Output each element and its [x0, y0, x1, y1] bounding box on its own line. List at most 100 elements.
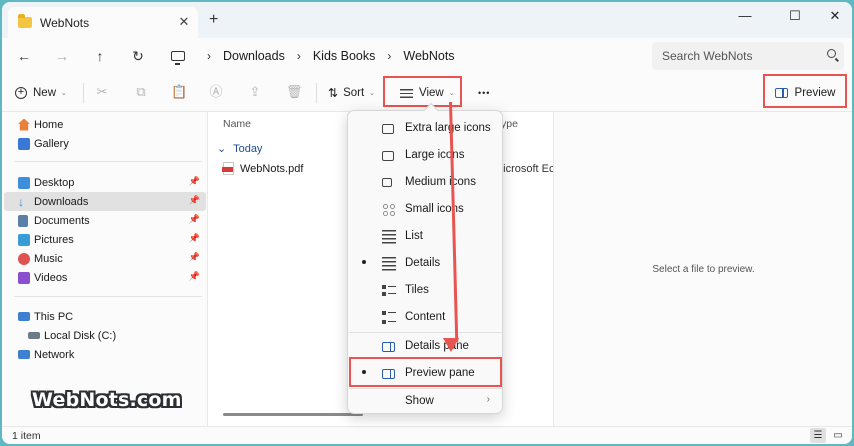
chevron-right-icon: › [387, 49, 392, 63]
sidebar-item-label: This PC [34, 310, 74, 323]
sidebar-item-label: Downloads [34, 195, 89, 208]
menu-item-details-pane[interactable]: Details pane [352, 336, 498, 358]
sidebar-item-downloads[interactable]: ↓ Downloads 📌 [4, 192, 206, 211]
details-pane-icon [382, 342, 395, 352]
folder-icon [18, 14, 32, 28]
sidebar-item-pictures[interactable]: Pictures 📌 [18, 230, 206, 249]
menu-item-label: Extra large icons [405, 122, 491, 134]
menu-item-label: Medium icons [405, 176, 476, 188]
pdf-icon [222, 162, 234, 175]
menu-item-small-icons[interactable]: Small icons [352, 199, 498, 221]
download-arrow-icon: ↓ [18, 194, 24, 209]
address-bar: ← → ↑ ↻ › Downloads › Kids Books › WebNo… [2, 38, 852, 74]
sidebar-item-home[interactable]: Home [18, 115, 206, 134]
menu-item-label: Show [405, 395, 434, 407]
new-tab-button[interactable]: + [209, 12, 218, 28]
gallery-icon [18, 137, 30, 150]
menu-item-extra-large-icons[interactable]: Extra large icons [352, 118, 498, 140]
menu-item-label: Tiles [405, 284, 429, 296]
toolbar-divider [316, 83, 317, 103]
pin-icon[interactable]: 📌 [189, 214, 200, 225]
menu-item-label: Content [405, 311, 446, 323]
breadcrumb[interactable]: › Downloads › Kids Books › WebNots [165, 42, 645, 70]
details-view-toggle-icon[interactable]: ☰ [810, 428, 826, 443]
sidebar-item-gallery[interactable]: Gallery [18, 134, 206, 153]
sidebar-divider [14, 161, 202, 162]
column-header-type[interactable]: ype [501, 118, 518, 130]
chevron-down-icon: ⌄ [369, 90, 376, 97]
menu-item-medium-icons[interactable]: Medium icons [352, 172, 498, 194]
up-button[interactable]: ↑ [90, 46, 110, 66]
pin-icon[interactable]: 📌 [189, 195, 200, 206]
paste-icon[interactable]: 📋 [171, 84, 187, 100]
menu-item-label: Large icons [405, 149, 465, 161]
menu-item-show[interactable]: Show › [352, 391, 498, 413]
music-icon [18, 252, 30, 265]
preview-pane: Select a file to preview. [553, 112, 852, 426]
sidebar-item-videos[interactable]: Videos 📌 [18, 268, 206, 287]
menu-item-large-icons[interactable]: Large icons [352, 145, 498, 167]
chevron-down-icon: ⌄ [61, 90, 67, 97]
cut-icon[interactable]: ✂ [94, 84, 110, 100]
new-button[interactable]: + New ⌄ [15, 83, 67, 103]
forward-button[interactable]: → [52, 46, 72, 66]
sort-button[interactable]: ⇅ Sort ⌄ [328, 83, 375, 103]
delete-icon[interactable]: 🗑 [286, 84, 303, 100]
menu-item-label: Details [405, 257, 441, 269]
home-icon [18, 118, 30, 131]
column-header-name[interactable]: Name [223, 118, 251, 130]
pin-icon[interactable]: 📌 [189, 271, 200, 282]
sidebar-item-desktop[interactable]: Desktop 📌 [18, 173, 206, 192]
pin-icon[interactable]: 📌 [189, 233, 200, 244]
sidebar-item-documents[interactable]: Documents 📌 [18, 211, 206, 230]
group-header-today[interactable]: ⌄ Today [217, 142, 262, 155]
refresh-button[interactable]: ↻ [128, 46, 148, 66]
rename-icon[interactable]: Ⓐ [208, 84, 224, 100]
large-icons-view-toggle-icon[interactable]: ▭ [830, 428, 846, 443]
menu-item-list[interactable]: List [352, 226, 498, 248]
tab-close-icon[interactable]: ✕ [176, 14, 192, 30]
tiles-icon [382, 284, 396, 298]
back-button[interactable]: ← [14, 46, 34, 66]
more-options-button[interactable]: ••• [478, 83, 490, 103]
share-icon[interactable]: ⇪ [247, 84, 263, 100]
breadcrumb-downloads[interactable]: Downloads [223, 49, 285, 63]
pin-icon[interactable]: 📌 [189, 176, 200, 187]
horizontal-scrollbar[interactable] [223, 413, 363, 416]
breadcrumb-webnots[interactable]: WebNots [403, 49, 454, 63]
sidebar-item-this-pc[interactable]: This PC [18, 307, 206, 326]
sort-label: Sort [343, 87, 365, 99]
this-pc-icon [18, 312, 30, 321]
sidebar-item-network[interactable]: Network [18, 345, 206, 364]
sidebar-item-label: Network [34, 348, 75, 361]
menu-item-tiles[interactable]: Tiles [352, 280, 498, 302]
small-icons-icon [382, 203, 396, 217]
close-window-button[interactable]: ✕ [820, 6, 850, 26]
sidebar-item-local-disk[interactable]: Local Disk (C:) [28, 326, 216, 345]
menu-item-content[interactable]: Content [352, 307, 498, 329]
pin-icon[interactable]: 📌 [189, 252, 200, 263]
content-icon [382, 311, 396, 325]
copy-icon[interactable]: ⧉ [133, 84, 149, 100]
sidebar-item-label: Documents [34, 214, 90, 227]
tab-title: WebNots [40, 15, 90, 30]
tab-webnots[interactable]: WebNots ✕ [8, 7, 198, 38]
menu-item-details[interactable]: Details [352, 253, 498, 275]
details-icon [382, 257, 396, 271]
search-input[interactable]: Search WebNots [652, 42, 844, 70]
status-bar: 1 item ☰ ▭ [2, 426, 852, 444]
sidebar-item-music[interactable]: Music 📌 [18, 249, 206, 268]
item-count: 1 item [12, 430, 41, 442]
title-bar: WebNots ✕ + — ☐ ✕ [2, 2, 852, 38]
toolbar-divider [83, 83, 84, 103]
file-item[interactable]: WebNots.pdf [222, 162, 303, 175]
maximize-button[interactable]: ☐ [780, 6, 810, 26]
preview-message: Select a file to preview. [652, 264, 755, 275]
breadcrumb-kids-books[interactable]: Kids Books [313, 49, 376, 63]
chevron-right-icon: › [207, 49, 211, 63]
sidebar-divider [14, 296, 202, 297]
file-type: Microsoft Ec [494, 163, 555, 175]
monitor-icon [382, 124, 394, 134]
minimize-button[interactable]: — [730, 6, 760, 26]
sidebar-item-label: Videos [34, 271, 68, 284]
